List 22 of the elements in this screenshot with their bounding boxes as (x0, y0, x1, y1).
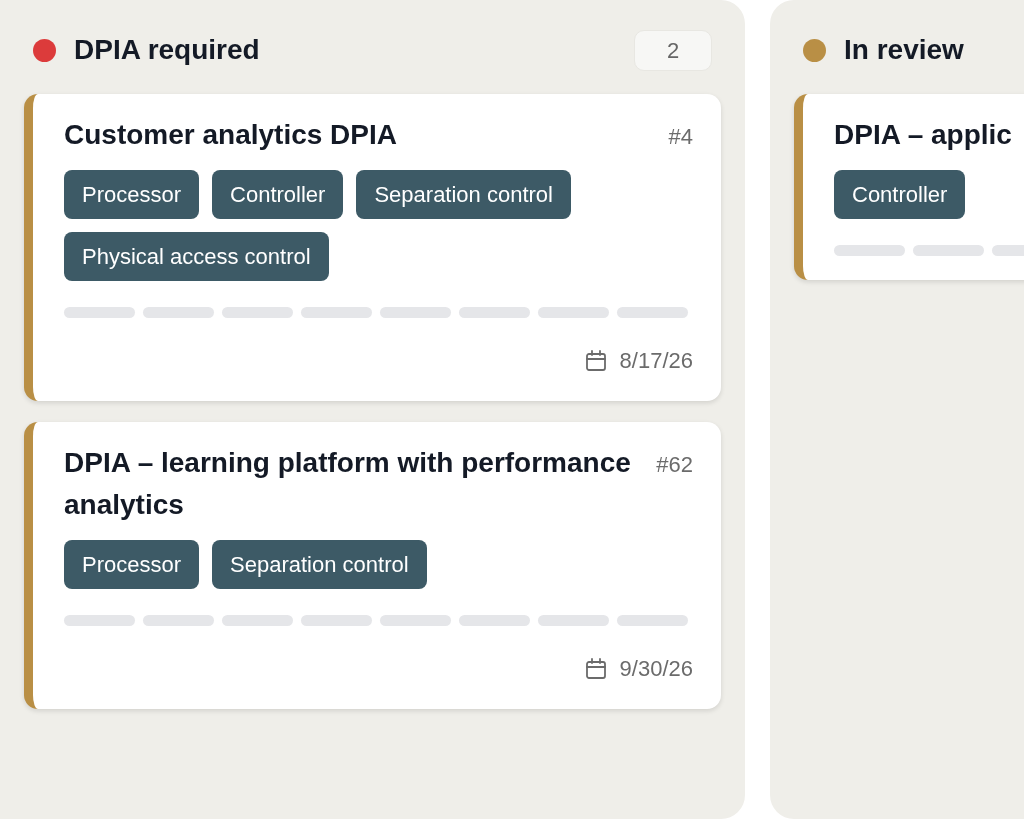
tag-chip: Processor (64, 540, 200, 589)
calendar-icon (583, 348, 608, 373)
column-title: In review (844, 33, 964, 67)
tag-chip: Controller (212, 170, 344, 219)
card-number: #62 (656, 451, 693, 479)
due-date: 8/17/26 (619, 347, 693, 375)
tag-chip: Separation control (212, 540, 427, 589)
task-card[interactable]: Customer analytics DPIA #4 Processor Controller Separation control Physical access control 8/17/26 (24, 94, 721, 401)
tag-chip: Separation control (356, 170, 571, 219)
column-title: DPIA required (74, 33, 260, 67)
tag-chip: Processor (64, 170, 200, 219)
card-title: DPIA – learning platform with performance analytics (64, 446, 632, 522)
tag-chip: Controller (834, 170, 966, 219)
due-date: 9/30/26 (619, 655, 693, 683)
card-title: Customer analytics DPIA (64, 118, 397, 152)
tag-chip: Physical access control (64, 232, 329, 281)
card-number: #4 (668, 123, 693, 151)
task-card[interactable]: DPIA – learning platform with performance analytics #62 Processor Separation control 9/30/26 (24, 422, 721, 709)
task-card[interactable]: DPIA – applic Controller (794, 94, 1024, 280)
card-title: DPIA – applic (834, 118, 1012, 152)
count-badge: 2 (634, 29, 712, 71)
calendar-icon (583, 656, 608, 681)
